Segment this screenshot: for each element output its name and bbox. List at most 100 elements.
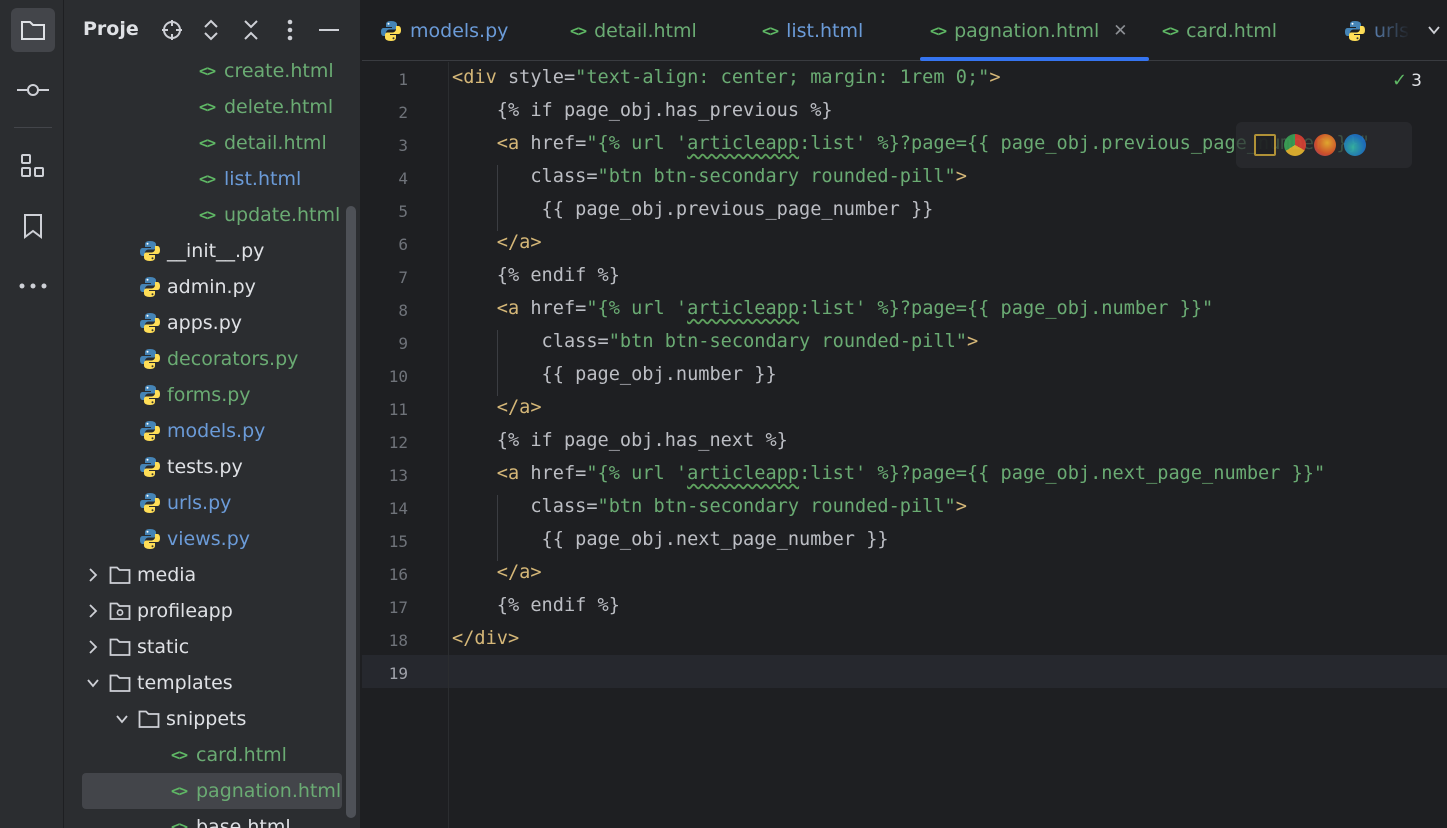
tree-item-list-html[interactable]: <> list.html (195, 161, 301, 197)
tree-item-delete-html[interactable]: <> delete.html (195, 89, 333, 125)
folder-icon (21, 21, 45, 40)
collapse-all-icon[interactable] (239, 18, 263, 42)
tree-item-urls-py[interactable]: urls.py (138, 485, 231, 521)
line-number: 1 (398, 70, 408, 89)
tab-card-html[interactable]: <> card.html (1162, 0, 1277, 61)
folder-icon (108, 635, 132, 659)
structure-tool-button[interactable] (11, 144, 55, 188)
tree-item-card-html[interactable]: <> card.html (167, 737, 287, 773)
chevron-down-icon[interactable] (82, 676, 104, 690)
code-editor[interactable]: 1 <div style="text-align: center; margin:… (362, 62, 1447, 828)
tree-item-label: pagnation.html (196, 780, 342, 802)
tree-item-pagnation-html[interactable]: <> pagnation.html (82, 773, 342, 809)
code-token: </a> (452, 562, 542, 583)
python-file-icon (138, 455, 162, 479)
code-token: > (955, 496, 967, 517)
tree-item-update-html[interactable]: <> update.html (195, 197, 340, 233)
code-line: </div> (452, 628, 519, 649)
tree-item-apps-py[interactable]: apps.py (138, 305, 242, 341)
project-panel-title[interactable]: Proje (83, 18, 139, 40)
tree-item-base-html[interactable]: <> base.html (167, 809, 291, 828)
tab-detail-html[interactable]: <> detail.html (570, 0, 697, 61)
inspection-widget[interactable]: ✓ 3 (1392, 70, 1422, 91)
code-token: <a (452, 133, 531, 154)
tree-item-templates[interactable]: templates (82, 665, 233, 701)
tree-item-label: admin.py (167, 276, 256, 298)
tree-item-label: create.html (224, 60, 334, 82)
tree-item-snippets[interactable]: snippets (111, 701, 246, 737)
browser-preview-bar (1236, 122, 1412, 168)
expand-collapse-icon[interactable] (199, 18, 223, 42)
tree-item-label: card.html (196, 744, 287, 766)
tree-item-detail-html[interactable]: <> detail.html (195, 125, 327, 161)
tree-item-label: views.py (167, 528, 250, 550)
commit-tool-button[interactable] (11, 68, 55, 112)
code-token: articleapp (687, 463, 800, 484)
tree-item-tests-py[interactable]: tests.py (138, 449, 243, 485)
folder-icon (108, 671, 132, 695)
tree-item-models-py[interactable]: models.py (138, 413, 265, 449)
tree-item-admin-py[interactable]: admin.py (138, 269, 256, 305)
tree-item-media[interactable]: media (82, 557, 196, 593)
hide-icon[interactable] (317, 18, 341, 42)
tab-label: pagnation.html (954, 19, 1100, 42)
code-token: articleapp (687, 133, 800, 154)
html-file-icon: <> (170, 782, 188, 800)
tree-item-views-py[interactable]: views.py (138, 521, 250, 557)
tab-label: models.py (410, 19, 509, 42)
check-icon: ✓ (1392, 70, 1408, 91)
code-token: <a (452, 298, 531, 319)
edge-icon[interactable] (1344, 134, 1366, 156)
tree-item-label: base.html (196, 816, 291, 828)
close-tab-icon[interactable]: ✕ (1113, 21, 1127, 41)
locate-icon[interactable] (160, 18, 184, 42)
tab-list-html[interactable]: <> list.html (762, 0, 863, 61)
intellij-browser-icon[interactable] (1254, 134, 1276, 156)
indent-guide (497, 495, 498, 561)
html-file-icon: <> (930, 21, 947, 40)
tree-item-label: profileapp (137, 600, 233, 622)
options-icon[interactable] (278, 18, 302, 42)
tree-item-profileapp[interactable]: profileapp (82, 593, 233, 629)
tab-pagnation-html[interactable]: <> pagnation.html ✕ (919, 0, 1151, 61)
tree-item-static[interactable]: static (82, 629, 189, 665)
tree-item-label: forms.py (167, 384, 251, 406)
code-token: {{ page_obj.number }} (452, 364, 777, 385)
python-file-icon (138, 527, 162, 551)
chevron-right-icon[interactable] (82, 604, 104, 618)
chevron-right-icon[interactable] (82, 640, 104, 654)
tab-list-chevron-icon[interactable] (1422, 18, 1446, 42)
project-scrollbar[interactable] (346, 206, 356, 818)
code-line: {{ page_obj.number }} (452, 364, 777, 385)
chevron-right-icon[interactable] (82, 568, 104, 582)
tree-item-create-html[interactable]: <> create.html (195, 53, 334, 89)
tree-item-label: snippets (166, 708, 247, 730)
tree-item-label: __init__.py (167, 240, 265, 262)
python-file-icon (138, 275, 162, 299)
tree-item-label: tests.py (167, 456, 243, 478)
more-tools-button[interactable] (11, 264, 55, 308)
tree-item-label: media (137, 564, 197, 586)
code-token: > (989, 67, 1001, 88)
python-file-icon (138, 347, 162, 371)
code-token: <a (452, 463, 531, 484)
code-token: {% if page_obj.has_next %} (452, 430, 788, 451)
tree-item-forms-py[interactable]: forms.py (138, 377, 251, 413)
chevron-down-icon[interactable] (111, 712, 133, 726)
tree-item-decorators-py[interactable]: decorators.py (138, 341, 298, 377)
code-token: "btn btn-secondary rounded-pill" (608, 331, 967, 352)
code-token: class= (452, 331, 609, 352)
line-number: 2 (398, 103, 408, 122)
tree-item-label: detail.html (224, 132, 327, 154)
line-number: 16 (388, 565, 408, 584)
html-file-icon: <> (570, 21, 587, 40)
firefox-icon[interactable] (1314, 134, 1336, 156)
code-token: "btn btn-secondary rounded-pill" (597, 496, 956, 517)
tree-item-init-py[interactable]: __init__.py (138, 233, 264, 269)
code-token: {% endif %} (452, 595, 620, 616)
project-tool-button[interactable] (11, 8, 55, 52)
tab-models-py[interactable]: models.py (380, 0, 508, 61)
tree-item-label: update.html (224, 204, 341, 226)
chrome-icon[interactable] (1284, 134, 1306, 156)
bookmarks-tool-button[interactable] (11, 204, 55, 248)
